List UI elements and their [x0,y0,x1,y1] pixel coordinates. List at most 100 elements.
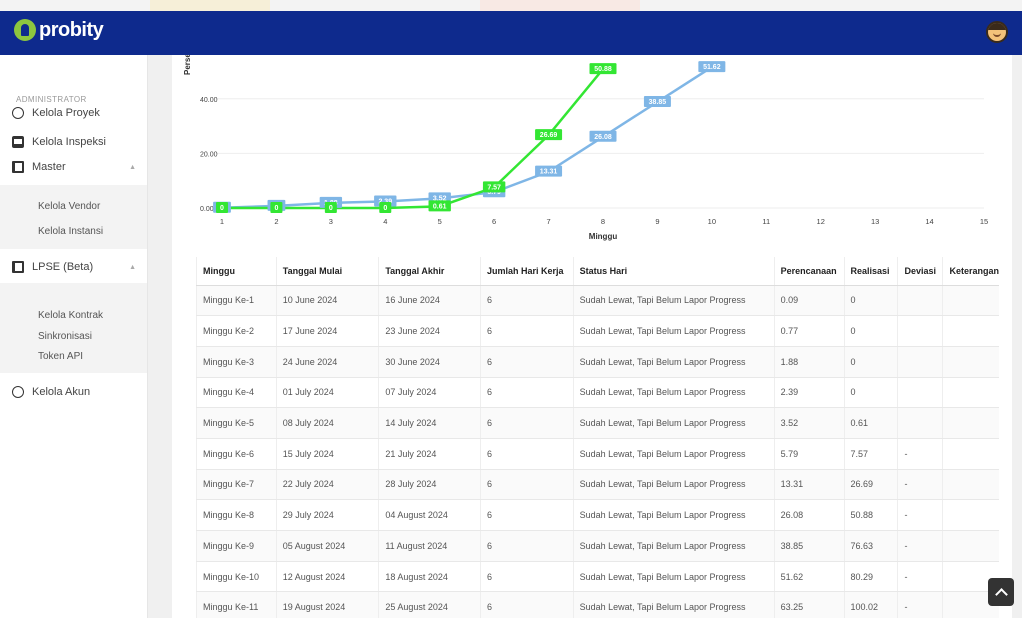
caret-up-icon: ▲ [129,163,136,171]
table-cell: 2.39 [773,377,845,409]
table-cell: 0 [843,285,898,317]
main-content: 0.00 20.00 40.00 Persen 1 2 3 4 5 6 7 8 9 10 11 12 13 14 1… [148,55,1022,618]
table-cell: - [897,438,943,470]
table-cell: Minggu Ke-11 [196,591,277,618]
x-tick-label: 2 [274,217,278,226]
table-cell: 76.63 [843,530,898,562]
table-cell: Sudah Lewat, Tapi Belum Lapor Progress [572,561,775,593]
table-cell: Sudah Lewat, Tapi Belum Lapor Progress [572,591,775,618]
table-row: Minggu Ke-7 22 July 2024 28 July 2024 6 Suda… [196,469,999,501]
sidebar-item-kelola-inspeksi[interactable]: Kelola Inspeksi [12,134,106,150]
table-cell: 0.61 [843,407,898,439]
table-cell: 17 June 2024 [275,315,379,347]
sidebar-item-kelola-instansi[interactable]: Kelola Instansi [38,226,103,237]
circle-icon [12,107,24,119]
table-cell: 0 [843,346,898,378]
x-tick-label: 15 [980,217,988,226]
table-cell: Sudah Lewat, Tapi Belum Lapor Progress [572,530,775,562]
sidebar-item-lpse[interactable]: LPSE (Beta) ▲ [12,259,148,275]
table-cell: 23 June 2024 [378,315,481,347]
submenu-master: Kelola Vendor Kelola Instansi [0,185,147,249]
table-cell: 14 July 2024 [378,407,481,439]
table-cell: 08 July 2024 [275,407,379,439]
table-cell: 51.62 [773,561,845,593]
sidebar-item-kelola-kontrak[interactable]: Kelola Kontrak [38,310,103,321]
table-cell [942,438,999,470]
data-label: 26.69 [540,132,558,139]
data-label: 26.08 [594,134,612,141]
table-row: Minggu Ke-10 12 August 2024 18 August 2024… [196,561,999,593]
table-cell [897,285,943,317]
table-cell: 07 July 2024 [378,377,481,409]
table-cell: 63.25 [773,591,845,618]
data-label: 51.62 [703,64,721,71]
table-row: Minggu Ke-2 17 June 2024 23 June 2024 6 Suda… [196,315,999,347]
table-cell: 22 July 2024 [275,469,379,501]
sidebar-item-label: LPSE (Beta) [32,261,94,273]
col-realisasi: Realisasi [843,257,898,286]
table-row: Minggu Ke-11 19 August 2024 25 August 2024… [196,591,999,618]
table-cell: 100.02 [843,591,898,618]
table-cell: 11 August 2024 [378,530,481,562]
table-cell: 6 [479,285,574,317]
data-label: 38.85 [649,99,667,106]
table-cell: - [897,591,943,618]
table-cell: Sudah Lewat, Tapi Belum Lapor Progress [572,346,775,378]
col-keterangan: Keterangan [942,257,999,286]
table-cell: 6 [479,438,574,470]
series-line-0 [221,66,713,210]
table-cell: 6 [479,499,574,531]
sidebar-item-token-api[interactable]: Token API [38,351,83,362]
table-cell: - [897,530,943,562]
table-cell [942,530,999,562]
sidebar-item-label: Master [32,161,66,173]
app-logo[interactable]: probity [14,19,104,41]
data-label: 50.88 [594,66,612,73]
table-cell: Sudah Lewat, Tapi Belum Lapor Progress [572,499,775,531]
table-cell [942,377,999,409]
x-tick-label: 13 [871,217,879,226]
table-cell: Sudah Lewat, Tapi Belum Lapor Progress [572,285,775,317]
table-row: Minggu Ke-4 01 July 2024 07 July 2024 6 Suda… [196,377,999,409]
sidebar-item-kelola-proyek[interactable]: Kelola Proyek [12,105,100,121]
table-cell: 6 [479,377,574,409]
y-tick-label: 40.00 [200,97,218,104]
data-label: 0.61 [433,203,447,210]
table-cell [942,469,999,501]
table-row: Minggu Ke-9 05 August 2024 11 August 2024 6… [196,530,999,562]
y-tick-label: 20.00 [200,151,218,158]
scroll-to-top-button[interactable] [988,578,1014,606]
table-cell [897,315,943,347]
table-cell: Minggu Ke-8 [196,499,277,531]
data-label: 7.57 [487,184,501,191]
table-cell: 01 July 2024 [275,377,379,409]
user-avatar[interactable] [986,21,1008,43]
table-cell [942,315,999,347]
sidebar-item-kelola-vendor[interactable]: Kelola Vendor [38,201,100,212]
table-cell: Minggu Ke-9 [196,530,277,562]
table-cell: 16 June 2024 [378,285,481,317]
table-cell [942,285,999,317]
data-label: 0 [383,205,387,212]
data-label: 0 [220,205,224,212]
table-cell: 6 [479,315,574,347]
table-cell: Minggu Ke-7 [196,469,277,501]
weekly-progress-table: Minggu Tanggal Mulai Tanggal Akhir Jumla… [196,257,999,618]
table-cell: 6 [479,591,574,618]
x-tick-label: 14 [925,217,933,226]
x-tick-label: 11 [762,217,770,226]
sidebar-item-label: Kelola Akun [32,386,91,398]
col-tanggal-mulai: Tanggal Mulai [275,257,379,286]
x-tick-label: 6 [492,217,496,226]
sidebar-item-master[interactable]: Master ▲ [12,159,148,175]
sidebar-item-sinkronisasi[interactable]: Sinkronisasi [38,331,92,342]
table-row: Minggu Ke-6 15 July 2024 21 July 2024 6 Suda… [196,438,999,470]
sidebar-item-kelola-akun[interactable]: Kelola Akun [12,384,90,400]
table-cell: 6 [479,469,574,501]
col-perencanaan: Perencanaan [773,257,845,286]
col-jumlah-hari-kerja: Jumlah Hari Kerja [479,257,574,286]
table-cell: Minggu Ke-2 [196,315,277,347]
sidebar-item-label: Kelola Inspeksi [32,136,106,148]
x-tick-label: 5 [438,217,442,226]
caret-up-icon: ▲ [129,263,136,271]
